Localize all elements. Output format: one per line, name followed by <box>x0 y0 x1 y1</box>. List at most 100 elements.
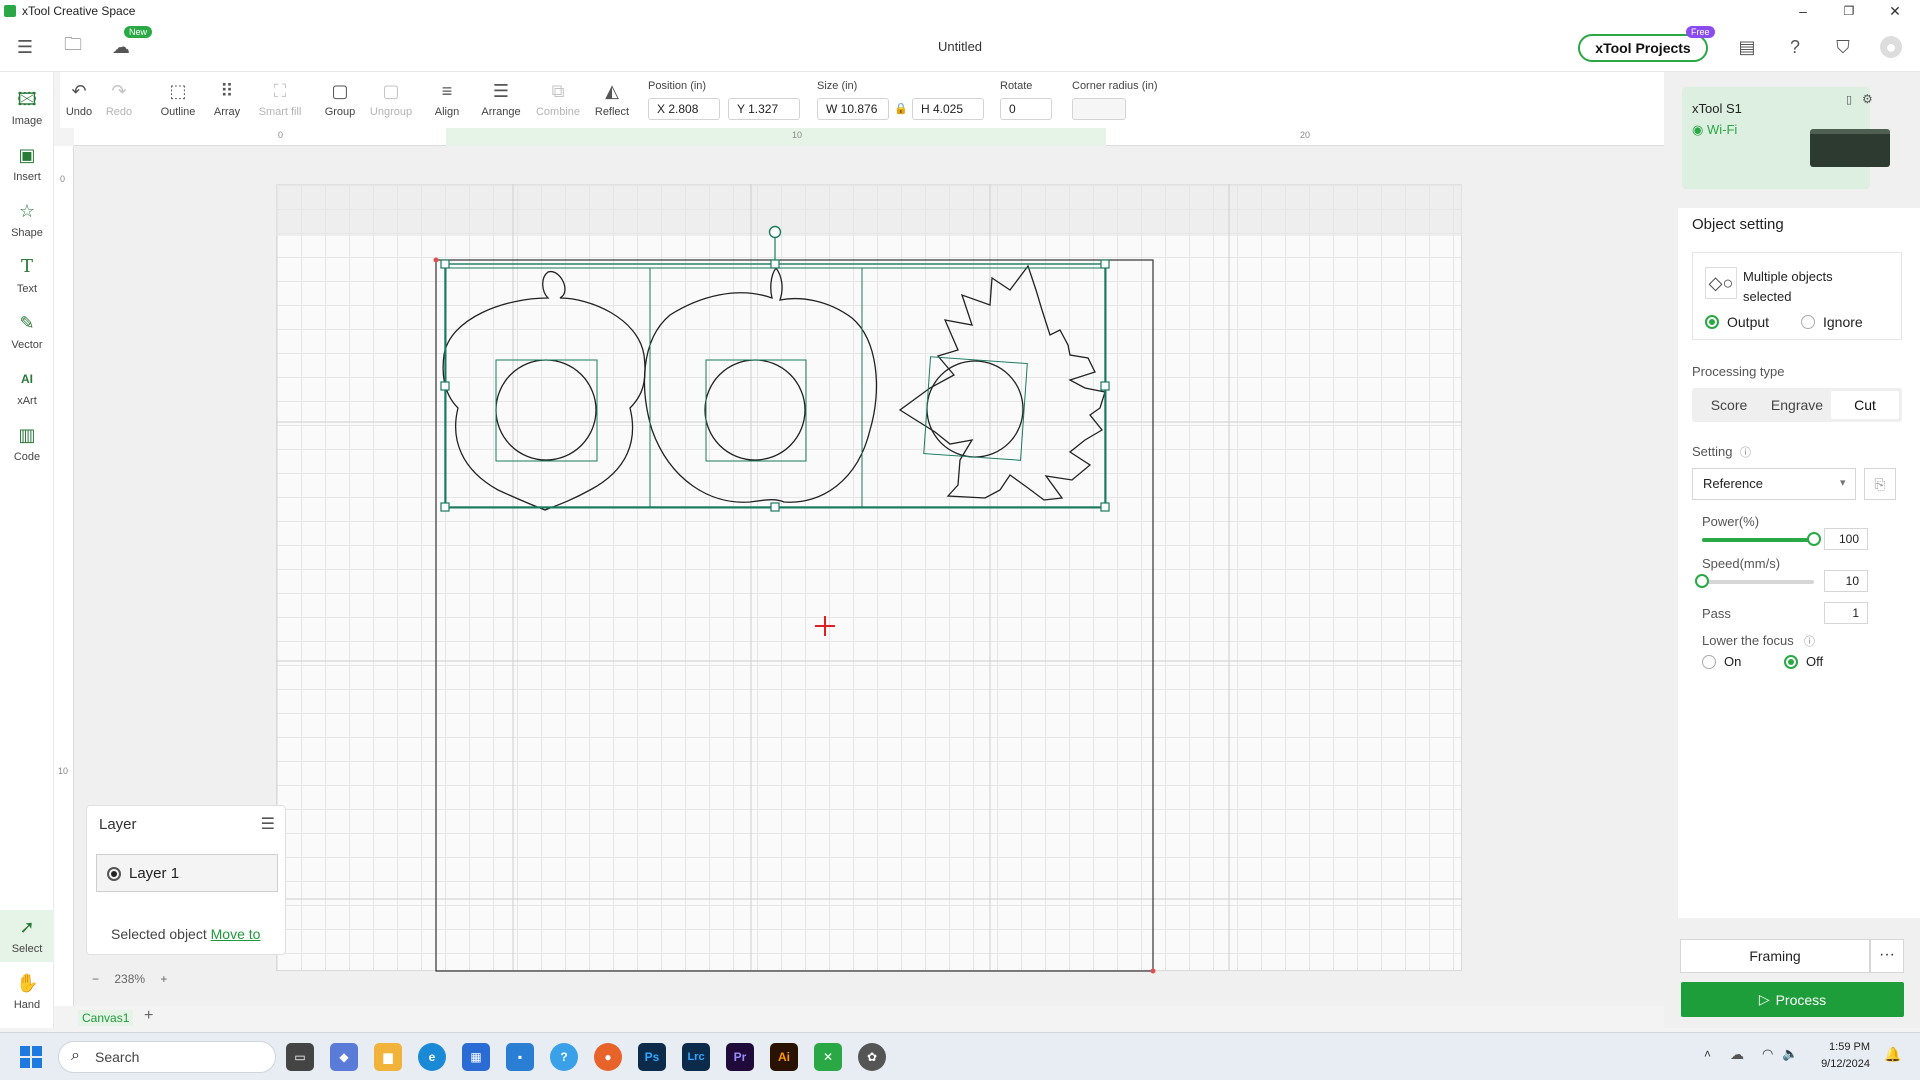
select-tool[interactable]: ➚ Select <box>0 910 54 962</box>
speed-slider[interactable] <box>1695 574 1814 588</box>
corner-radius-input[interactable] <box>1072 98 1126 120</box>
focus-on-radio[interactable] <box>1702 655 1716 669</box>
firefox-icon[interactable]: ● <box>594 1043 622 1071</box>
photoshop-icon[interactable]: Ps <box>638 1043 666 1071</box>
tray-clock[interactable]: 1:59 PM 9/12/2024 <box>1800 1039 1870 1073</box>
focus-info-icon[interactable]: ⓘ <box>1804 633 1815 649</box>
group-label: Group <box>324 106 356 118</box>
power-slider-knob[interactable] <box>1807 532 1821 546</box>
save-setting-icon[interactable]: ⎘ <box>1864 468 1896 500</box>
position-y-input[interactable]: Y 1.327 <box>728 98 800 120</box>
size-height-input[interactable]: H 4.025 <box>912 98 984 120</box>
code-tool[interactable]: ▥ Code <box>0 418 54 470</box>
work-area[interactable] <box>276 184 1462 971</box>
edge-icon[interactable]: e <box>418 1043 446 1071</box>
layer-menu-icon[interactable]: ☰ <box>261 814 275 834</box>
align-button[interactable]: ≡ Align <box>430 80 464 118</box>
left-toolbar: 🖾 Image ▣ Insert ☆ Shape T Text ✎ Vector AI xA… <box>0 72 54 1028</box>
device-settings-icon[interactable]: ⚙ <box>1862 92 1873 106</box>
zoom-in-button[interactable]: + <box>160 972 167 986</box>
speed-slider-knob[interactable] <box>1695 574 1709 588</box>
align-label: Align <box>434 106 460 118</box>
undo-button[interactable]: ↶ Undo <box>64 80 94 118</box>
start-button[interactable] <box>20 1046 42 1068</box>
close-button[interactable]: ✕ <box>1872 0 1918 22</box>
process-button[interactable]: ▷ Process <box>1681 982 1904 1017</box>
setting-info-icon[interactable]: ⓘ <box>1740 444 1751 460</box>
pass-input[interactable]: 1 <box>1824 602 1868 624</box>
minimize-button[interactable]: – <box>1780 0 1826 22</box>
arrange-button[interactable]: ☰ Arrange <box>478 80 524 118</box>
array-button[interactable]: ⠿ Array <box>210 80 244 118</box>
tray-chevron-icon[interactable]: ˄ <box>1704 1047 1711 1061</box>
layer-row[interactable]: Layer 1 <box>96 854 278 892</box>
store-icon[interactable]: ▦ <box>462 1043 490 1071</box>
help-icon[interactable]: ? <box>1784 36 1806 58</box>
xart-tool[interactable]: AI xArt <box>0 362 54 414</box>
add-canvas-button[interactable]: + <box>144 1007 153 1025</box>
position-x-input[interactable]: X 2.808 <box>648 98 720 120</box>
tutorial-icon[interactable]: ▤ <box>1736 36 1758 58</box>
illustrator-icon[interactable]: Ai <box>770 1043 798 1071</box>
image-tool[interactable]: 🖾 Image <box>0 82 54 134</box>
notification-bell-icon[interactable]: 🔔 <box>1884 1046 1901 1063</box>
device-note-icon[interactable]: ▯ <box>1846 93 1852 106</box>
text-tool[interactable]: T Text <box>0 250 54 302</box>
setting-dropdown[interactable]: Reference <box>1692 468 1856 500</box>
insert-icon: ▣ <box>18 145 36 165</box>
output-radio[interactable] <box>1705 315 1719 329</box>
rotate-input[interactable]: 0 <box>1000 98 1052 120</box>
move-to-link[interactable]: Move to <box>211 926 261 942</box>
hand-tool[interactable]: ✋ Hand <box>0 966 54 1018</box>
smart-fill-button[interactable]: ⛶ Smart fill <box>254 80 306 118</box>
focus-off-radio[interactable] <box>1784 655 1798 669</box>
left-ruler: 0 10 <box>54 146 74 1006</box>
group-button[interactable]: ▢ Group <box>322 80 358 118</box>
lightroom-icon[interactable]: Lrc <box>682 1043 710 1071</box>
size-width-input[interactable]: W 10.876 <box>817 98 889 120</box>
reflect-button[interactable]: ◭ Reflect <box>592 80 632 118</box>
smart-fill-label: Smart fill <box>258 106 302 118</box>
chatgpt-icon[interactable]: ✿ <box>858 1043 886 1071</box>
power-input[interactable]: 100 <box>1824 528 1868 550</box>
maximize-button[interactable]: ❐ <box>1826 0 1872 22</box>
xtool-app-icon[interactable]: ✕ <box>814 1043 842 1071</box>
framing-button[interactable]: Framing <box>1680 939 1870 973</box>
processing-engrave[interactable]: Engrave <box>1763 391 1831 419</box>
file-explorer-icon[interactable]: ▆ <box>374 1043 402 1071</box>
outline-button[interactable]: ⬚ Outline <box>156 80 200 118</box>
object-setting-panel: Object setting ◇○ Multiple objects selec… <box>1678 208 1920 918</box>
layer-visibility-icon[interactable] <box>107 867 121 881</box>
zoom-value: 238% <box>114 972 146 986</box>
power-slider[interactable] <box>1702 532 1821 546</box>
lock-ratio-icon[interactable]: 🔒 <box>894 102 908 115</box>
tab-canvas1[interactable]: Canvas1 <box>78 1010 134 1026</box>
xtool-projects-button[interactable]: xTool Projects <box>1578 34 1708 62</box>
avatar-icon[interactable]: ● <box>1880 36 1902 58</box>
taskbar-search[interactable]: ⌕ Search <box>58 1041 276 1073</box>
zoom-out-button[interactable]: − <box>92 972 99 986</box>
output-label: Output <box>1727 314 1770 330</box>
insert-tool[interactable]: ▣ Insert <box>0 138 54 190</box>
wifi-tray-icon[interactable]: ◠ <box>1762 1046 1773 1062</box>
zoom-app-icon[interactable]: ▪ <box>506 1043 534 1071</box>
shop-icon[interactable]: ⛉ <box>1832 36 1854 58</box>
processing-cut[interactable]: Cut <box>1831 391 1899 419</box>
vector-tool[interactable]: ✎ Vector <box>0 306 54 358</box>
processing-score[interactable]: Score <box>1695 391 1763 419</box>
combine-button[interactable]: ⧉ Combine <box>534 80 582 118</box>
shape-tool[interactable]: ☆ Shape <box>0 194 54 246</box>
redo-button[interactable]: ↷ Redo <box>104 80 134 118</box>
volume-icon[interactable]: 🔈 <box>1782 1046 1798 1062</box>
help-app-icon[interactable]: ? <box>550 1043 578 1071</box>
copilot-icon[interactable]: ◆ <box>330 1043 358 1071</box>
device-card[interactable]: xTool S1 ◉ Wi-Fi ▯ ⚙ <box>1682 87 1890 189</box>
ignore-radio[interactable] <box>1801 315 1815 329</box>
speed-input[interactable]: 10 <box>1824 570 1868 592</box>
shape-tool-label: Shape <box>11 227 43 239</box>
premiere-icon[interactable]: Pr <box>726 1043 754 1071</box>
task-view-icon[interactable]: ▭ <box>286 1043 314 1071</box>
onedrive-icon[interactable]: ☁ <box>1730 1046 1744 1063</box>
ungroup-button[interactable]: ▢ Ungroup <box>368 80 414 118</box>
more-options-button[interactable]: ··· <box>1870 939 1904 973</box>
